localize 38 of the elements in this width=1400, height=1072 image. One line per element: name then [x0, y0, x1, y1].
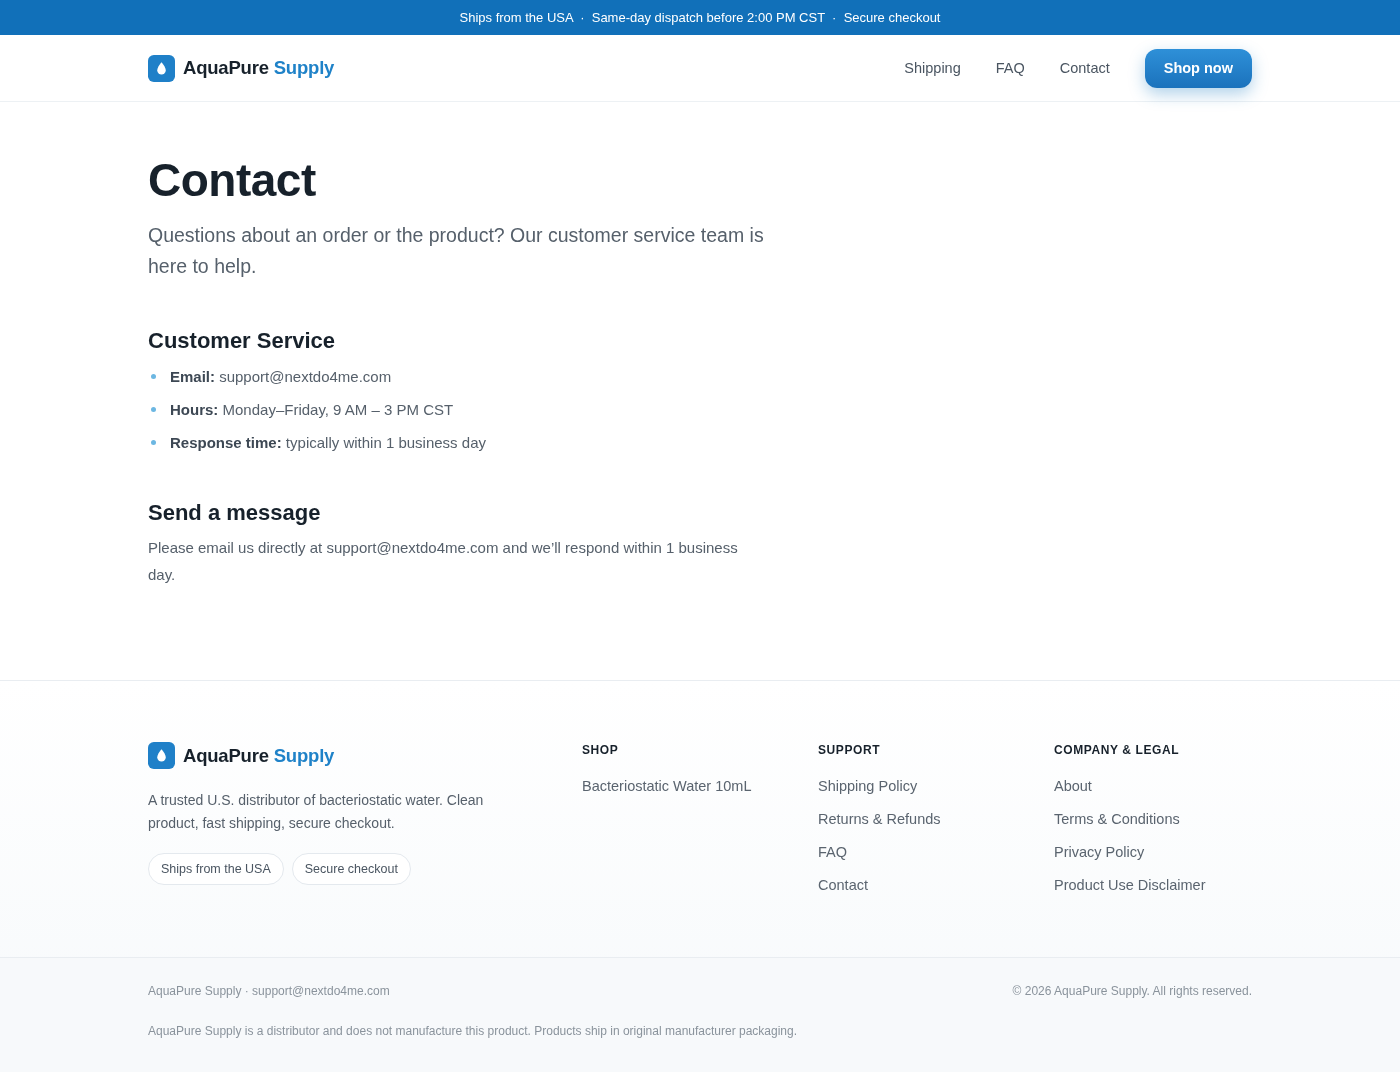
footer-link[interactable]: Privacy Policy	[1054, 836, 1145, 869]
announcement-text: Ships from the USA · Same-day dispatch before 2:00 PM CST · Secure checkout	[459, 10, 941, 25]
contact-detail: Email: support@nextdo4me.com	[170, 368, 392, 385]
nav-link[interactable]: Contact	[1059, 60, 1110, 76]
logo-link[interactable]: AquaPure Supply	[148, 742, 335, 769]
section-heading: Customer Service	[148, 327, 337, 355]
trust-badge: Ships from the USA	[148, 853, 284, 885]
page-title: Contact	[148, 154, 317, 206]
bullet-icon	[151, 440, 156, 445]
bullet-icon	[151, 407, 156, 412]
contact-detail: Response time: typically within 1 business day	[170, 434, 486, 451]
copyright-text: © 2026 AquaPure Supply. All rights reserved.	[1012, 984, 1252, 998]
logo-link[interactable]: AquaPure Supply	[148, 54, 335, 82]
bullet-icon	[151, 374, 156, 379]
footer-link[interactable]: Shipping Policy	[818, 770, 918, 803]
footer-link[interactable]: Terms & Conditions	[1054, 803, 1180, 836]
footer-link[interactable]: Contact	[818, 869, 868, 902]
footer-column-heading: SUPPORT	[818, 742, 882, 758]
disclaimer-text: AquaPure Supply is a distributor and does not manufacture this product. Products ship in original manufacturer packaging.	[148, 1023, 799, 1040]
trust-badge: Secure checkout	[291, 853, 411, 885]
footer-column-heading: SHOP	[582, 742, 620, 758]
message-paragraph: Please email us directly at support@nextdo4me.com and we’ll respond within 1 business day.	[148, 538, 739, 585]
footer-link[interactable]: Bacteriostatic Water 10mL	[582, 770, 752, 803]
intro-text: Questions about an order or the product? Our customer service team is here to help.	[148, 223, 765, 279]
footer-link[interactable]: Product Use Disclaimer	[1054, 869, 1206, 902]
nav-link[interactable]: Shipping	[904, 60, 961, 76]
nav-link[interactable]: FAQ	[995, 60, 1025, 76]
footer-contact-text: AquaPure Supply · support@nextdo4me.com	[148, 984, 390, 998]
brand-description: A trusted U.S. distributor of bacteriostatic water. Clean product, fast shipping, secure checkout.	[148, 791, 485, 833]
contact-detail: Hours: Monday–Friday, 9 AM – 3 PM CST	[170, 401, 454, 418]
footer-link[interactable]: FAQ	[818, 836, 847, 869]
footer-link[interactable]: Returns & Refunds	[818, 803, 941, 836]
water-drop-icon	[148, 54, 175, 82]
shop-now-button[interactable]: Shop now	[1144, 48, 1252, 88]
footer-column-heading: COMPANY & LEGAL	[1054, 742, 1181, 758]
water-drop-icon	[148, 742, 175, 769]
section-heading: Send a message	[148, 499, 322, 527]
footer-link[interactable]: About	[1054, 770, 1092, 803]
